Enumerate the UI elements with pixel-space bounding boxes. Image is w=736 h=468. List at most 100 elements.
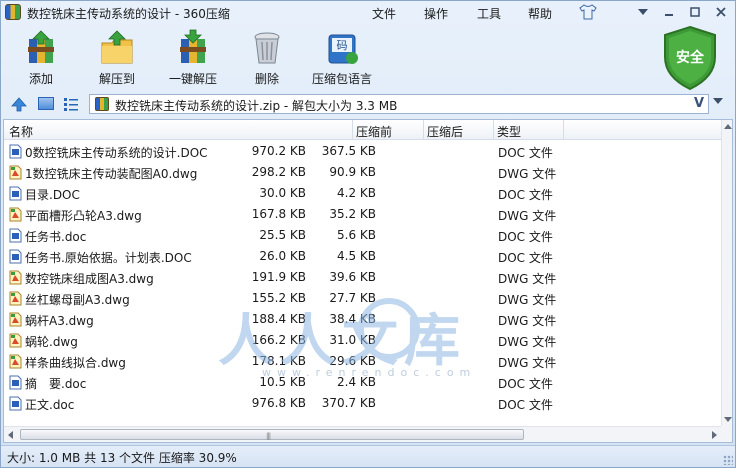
- menu-dropdown-icon[interactable]: [632, 3, 654, 20]
- up-arrow-icon[interactable]: [11, 96, 27, 112]
- address-path: 数控铣床主传动系统的设计.zip - 解包大小为 3.3 MB: [115, 99, 398, 113]
- file-row[interactable]: 平面槽形凸轮A3.dwg 167.8 KB 35.2 KB DWG 文件: [4, 204, 721, 225]
- file-row[interactable]: 0数控铣床主传动系统的设计.DOC 970.2 KB 367.5 KB DOC 文件: [4, 141, 721, 162]
- menu-file[interactable]: 文件: [372, 5, 396, 22]
- file-type: DOC 文件: [498, 230, 553, 244]
- file-type: DWG 文件: [498, 272, 557, 286]
- file-compressed-size: 367.5 KB: [321, 144, 376, 158]
- skin-shirt-icon[interactable]: [579, 4, 597, 20]
- file-original-size: 167.8 KB: [251, 207, 306, 221]
- archive-info-button[interactable]: 码 压缩包语言: [307, 29, 377, 89]
- file-list: 名称 压缩前 压缩后 类型 0数控铣床主传动系统的设计.DOC 970.2 KB 3…: [3, 119, 733, 443]
- menu-tools[interactable]: 工具: [477, 5, 501, 22]
- address-row: 数控铣床主传动系统的设计.zip - 解包大小为 3.3 MB V: [1, 93, 735, 115]
- file-compressed-size: 29.6 KB: [329, 354, 376, 368]
- file-original-size: 25.5 KB: [259, 228, 306, 242]
- doc-file-icon: [9, 144, 22, 159]
- extract-to-button[interactable]: 解压到: [85, 29, 149, 89]
- column-divider[interactable]: [423, 120, 424, 140]
- address-history-button[interactable]: V: [694, 96, 704, 111]
- dwg-file-icon: [9, 312, 22, 327]
- scroll-left-icon[interactable]: [8, 431, 13, 439]
- file-row[interactable]: 摘 要.doc 10.5 KB 2.4 KB DOC 文件: [4, 372, 721, 393]
- file-name: 摘 要.doc: [25, 377, 87, 391]
- horizontal-scrollbar[interactable]: |||: [4, 426, 721, 442]
- column-compressed[interactable]: 压缩后: [427, 123, 463, 140]
- dwg-file-icon: [9, 207, 22, 222]
- file-row[interactable]: 蜗杆A3.dwg 188.4 KB 38.4 KB DWG 文件: [4, 309, 721, 330]
- app-window: 数控铣床主传动系统的设计 - 360压缩 文件 操作 工具 帮助 添加 解压到 …: [0, 0, 736, 468]
- file-row[interactable]: 样条曲线拟合.dwg 178.1 KB 29.6 KB DWG 文件: [4, 351, 721, 372]
- status-text: 大小: 1.0 MB 共 13 个文件 压缩率 30.9%: [7, 451, 237, 465]
- trash-icon: [254, 32, 280, 64]
- column-type[interactable]: 类型: [497, 123, 521, 140]
- file-type: DWG 文件: [498, 314, 557, 328]
- minimize-icon[interactable]: [658, 3, 680, 20]
- horizontal-scroll-thumb[interactable]: |||: [20, 429, 524, 440]
- file-original-size: 155.2 KB: [251, 291, 306, 305]
- file-type: DWG 文件: [498, 293, 557, 307]
- file-row[interactable]: 任务书.doc 25.5 KB 5.6 KB DOC 文件: [4, 225, 721, 246]
- file-type: DWG 文件: [498, 356, 557, 370]
- menu-help[interactable]: 帮助: [528, 5, 552, 22]
- menu-operation[interactable]: 操作: [424, 5, 448, 22]
- file-compressed-size: 4.2 KB: [337, 186, 376, 200]
- address-dropdown-icon[interactable]: [713, 98, 723, 104]
- file-type: DWG 文件: [498, 209, 557, 223]
- column-divider[interactable]: [352, 120, 353, 140]
- column-name[interactable]: 名称: [9, 123, 33, 140]
- scroll-down-icon[interactable]: [724, 417, 732, 422]
- doc-file-icon: [9, 396, 22, 411]
- doc-file-icon: [9, 186, 22, 201]
- file-compressed-size: 370.7 KB: [321, 396, 376, 410]
- resize-grip-icon[interactable]: [723, 455, 733, 465]
- thumbnail-view-icon[interactable]: [38, 97, 54, 110]
- file-original-size: 191.9 KB: [251, 270, 306, 284]
- file-compressed-size: 38.4 KB: [329, 312, 376, 326]
- file-compressed-size: 5.6 KB: [337, 228, 376, 242]
- list-view-icon[interactable]: [63, 96, 79, 112]
- file-row[interactable]: 任务书.原始依据。计划表.DOC 26.0 KB 4.5 KB DOC 文件: [4, 246, 721, 267]
- file-name: 目录.DOC: [25, 188, 80, 202]
- doc-file-icon: [9, 228, 22, 243]
- file-name: 任务书.doc: [25, 230, 87, 244]
- file-row[interactable]: 丝杠螺母副A3.dwg 155.2 KB 27.7 KB DWG 文件: [4, 288, 721, 309]
- file-compressed-size: 4.5 KB: [337, 249, 376, 263]
- vertical-scrollbar[interactable]: [721, 120, 732, 426]
- column-divider[interactable]: [493, 120, 494, 140]
- dwg-file-icon: [9, 270, 22, 285]
- file-row[interactable]: 正文.doc 976.8 KB 370.7 KB DOC 文件: [4, 393, 721, 414]
- extract-folder-icon: [101, 30, 133, 64]
- close-icon[interactable]: [710, 3, 732, 20]
- add-button[interactable]: 添加: [9, 29, 73, 89]
- delete-label: 删除: [254, 72, 279, 86]
- doc-file-icon: [9, 375, 22, 390]
- file-name: 1数控铣床主传动装配图A0.dwg: [25, 167, 198, 181]
- file-row[interactable]: 目录.DOC 30.0 KB 4.2 KB DOC 文件: [4, 183, 721, 204]
- window-controls: [632, 3, 732, 20]
- dwg-file-icon: [9, 165, 22, 180]
- file-compressed-size: 90.9 KB: [329, 165, 376, 179]
- file-name: 正文.doc: [25, 398, 75, 412]
- one-click-extract-button[interactable]: 一键解压: [161, 29, 225, 89]
- column-original[interactable]: 压缩前: [356, 123, 392, 140]
- file-original-size: 26.0 KB: [259, 249, 306, 263]
- list-header: 名称 压缩前 压缩后 类型: [4, 120, 721, 140]
- file-row[interactable]: 1数控铣床主传动装配图A0.dwg 298.2 KB 90.9 KB DWG 文件: [4, 162, 721, 183]
- file-row[interactable]: 数控铣床组成图A3.dwg 191.9 KB 39.6 KB DWG 文件: [4, 267, 721, 288]
- file-compressed-size: 39.6 KB: [329, 270, 376, 284]
- status-bar: 大小: 1.0 MB 共 13 个文件 压缩率 30.9%: [1, 445, 735, 467]
- column-divider[interactable]: [563, 120, 564, 140]
- file-row[interactable]: 蜗轮.dwg 166.2 KB 31.0 KB DWG 文件: [4, 330, 721, 351]
- file-compressed-size: 35.2 KB: [329, 207, 376, 221]
- delete-button[interactable]: 删除: [235, 29, 299, 89]
- maximize-icon[interactable]: [684, 3, 706, 20]
- grip-icon: |||: [266, 432, 271, 440]
- archive-info-icon: 码: [328, 34, 358, 64]
- address-bar[interactable]: 数控铣床主传动系统的设计.zip - 解包大小为 3.3 MB V: [89, 94, 709, 114]
- scroll-up-icon[interactable]: [724, 124, 732, 129]
- security-shield[interactable]: 安全: [661, 25, 719, 91]
- doc-file-icon: [9, 249, 22, 264]
- dwg-file-icon: [9, 291, 22, 306]
- scroll-right-icon[interactable]: [712, 431, 717, 439]
